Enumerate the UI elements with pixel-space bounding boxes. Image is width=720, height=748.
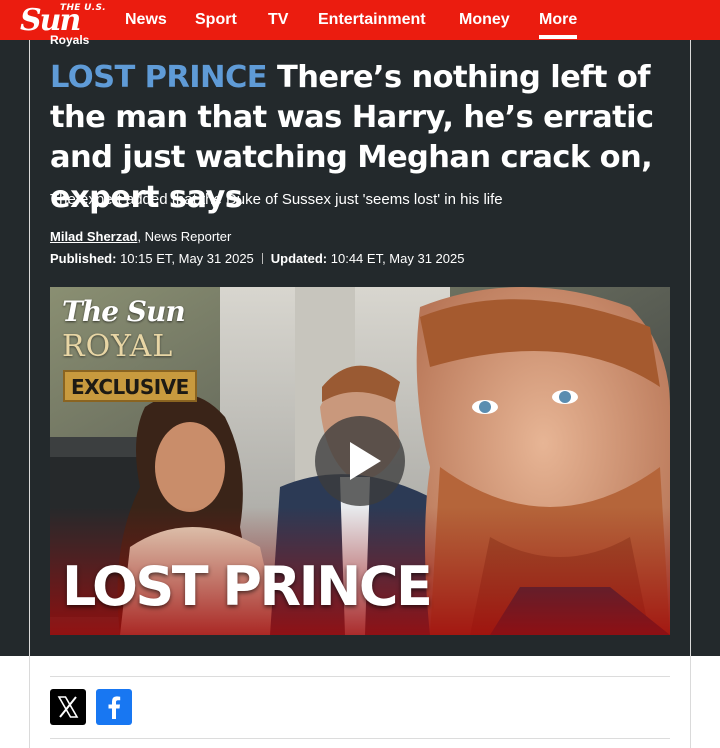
section-kicker[interactable]: Royals xyxy=(50,33,89,47)
x-logo xyxy=(57,696,79,718)
nav-item-news[interactable]: News xyxy=(125,11,167,29)
divider xyxy=(50,738,670,739)
author-role: , News Reporter xyxy=(137,229,232,244)
video-title-overlay: LOST PRINCE xyxy=(62,555,433,618)
byline: Milad Sherzad, News Reporter xyxy=(50,229,231,245)
the-sun-logo[interactable]: Sun THE U.S. xyxy=(20,3,110,37)
divider xyxy=(690,40,691,748)
nav-item-money[interactable]: Money xyxy=(459,11,510,29)
nav-item-entertainment[interactable]: Entertainment xyxy=(318,11,426,29)
divider xyxy=(50,676,670,677)
updated-time: 10:44 ET, May 31 2025 xyxy=(330,251,465,266)
video-brand-logo: The Sun xyxy=(62,295,186,328)
x-icon[interactable] xyxy=(50,689,86,725)
facebook-icon[interactable] xyxy=(96,689,132,725)
article-dates: Published: 10:15 ET, May 31 2025 Updated:… xyxy=(50,251,464,267)
top-navigation: Sun THE U.S. News Sport TV Entertainment… xyxy=(0,0,720,40)
divider xyxy=(29,40,30,748)
logo-region: THE U.S. xyxy=(60,3,106,13)
nav-item-sport[interactable]: Sport xyxy=(195,11,237,29)
author-link[interactable]: Milad Sherzad xyxy=(50,229,137,244)
exclusive-badge: EXCLUSIVE xyxy=(63,370,197,402)
article-standfirst: The expert added that the Duke of Sussex… xyxy=(50,191,503,208)
published-time: 10:15 ET, May 31 2025 xyxy=(120,251,254,266)
facebook-logo xyxy=(108,696,121,719)
date-separator xyxy=(261,253,263,264)
nav-item-tv[interactable]: TV xyxy=(268,11,288,29)
play-icon[interactable] xyxy=(315,416,405,506)
headline-tag: LOST PRINCE xyxy=(50,60,268,95)
header-background-left xyxy=(0,40,30,656)
nav-item-more[interactable]: More xyxy=(539,11,578,39)
header-background-right xyxy=(690,40,720,656)
video-player[interactable]: The Sun ROYAL EXCLUSIVE LOST PRINCE xyxy=(50,287,670,635)
video-brand-royal: ROYAL xyxy=(62,329,174,364)
updated-label: Updated: xyxy=(270,251,328,266)
published-label: Published: xyxy=(50,251,117,266)
